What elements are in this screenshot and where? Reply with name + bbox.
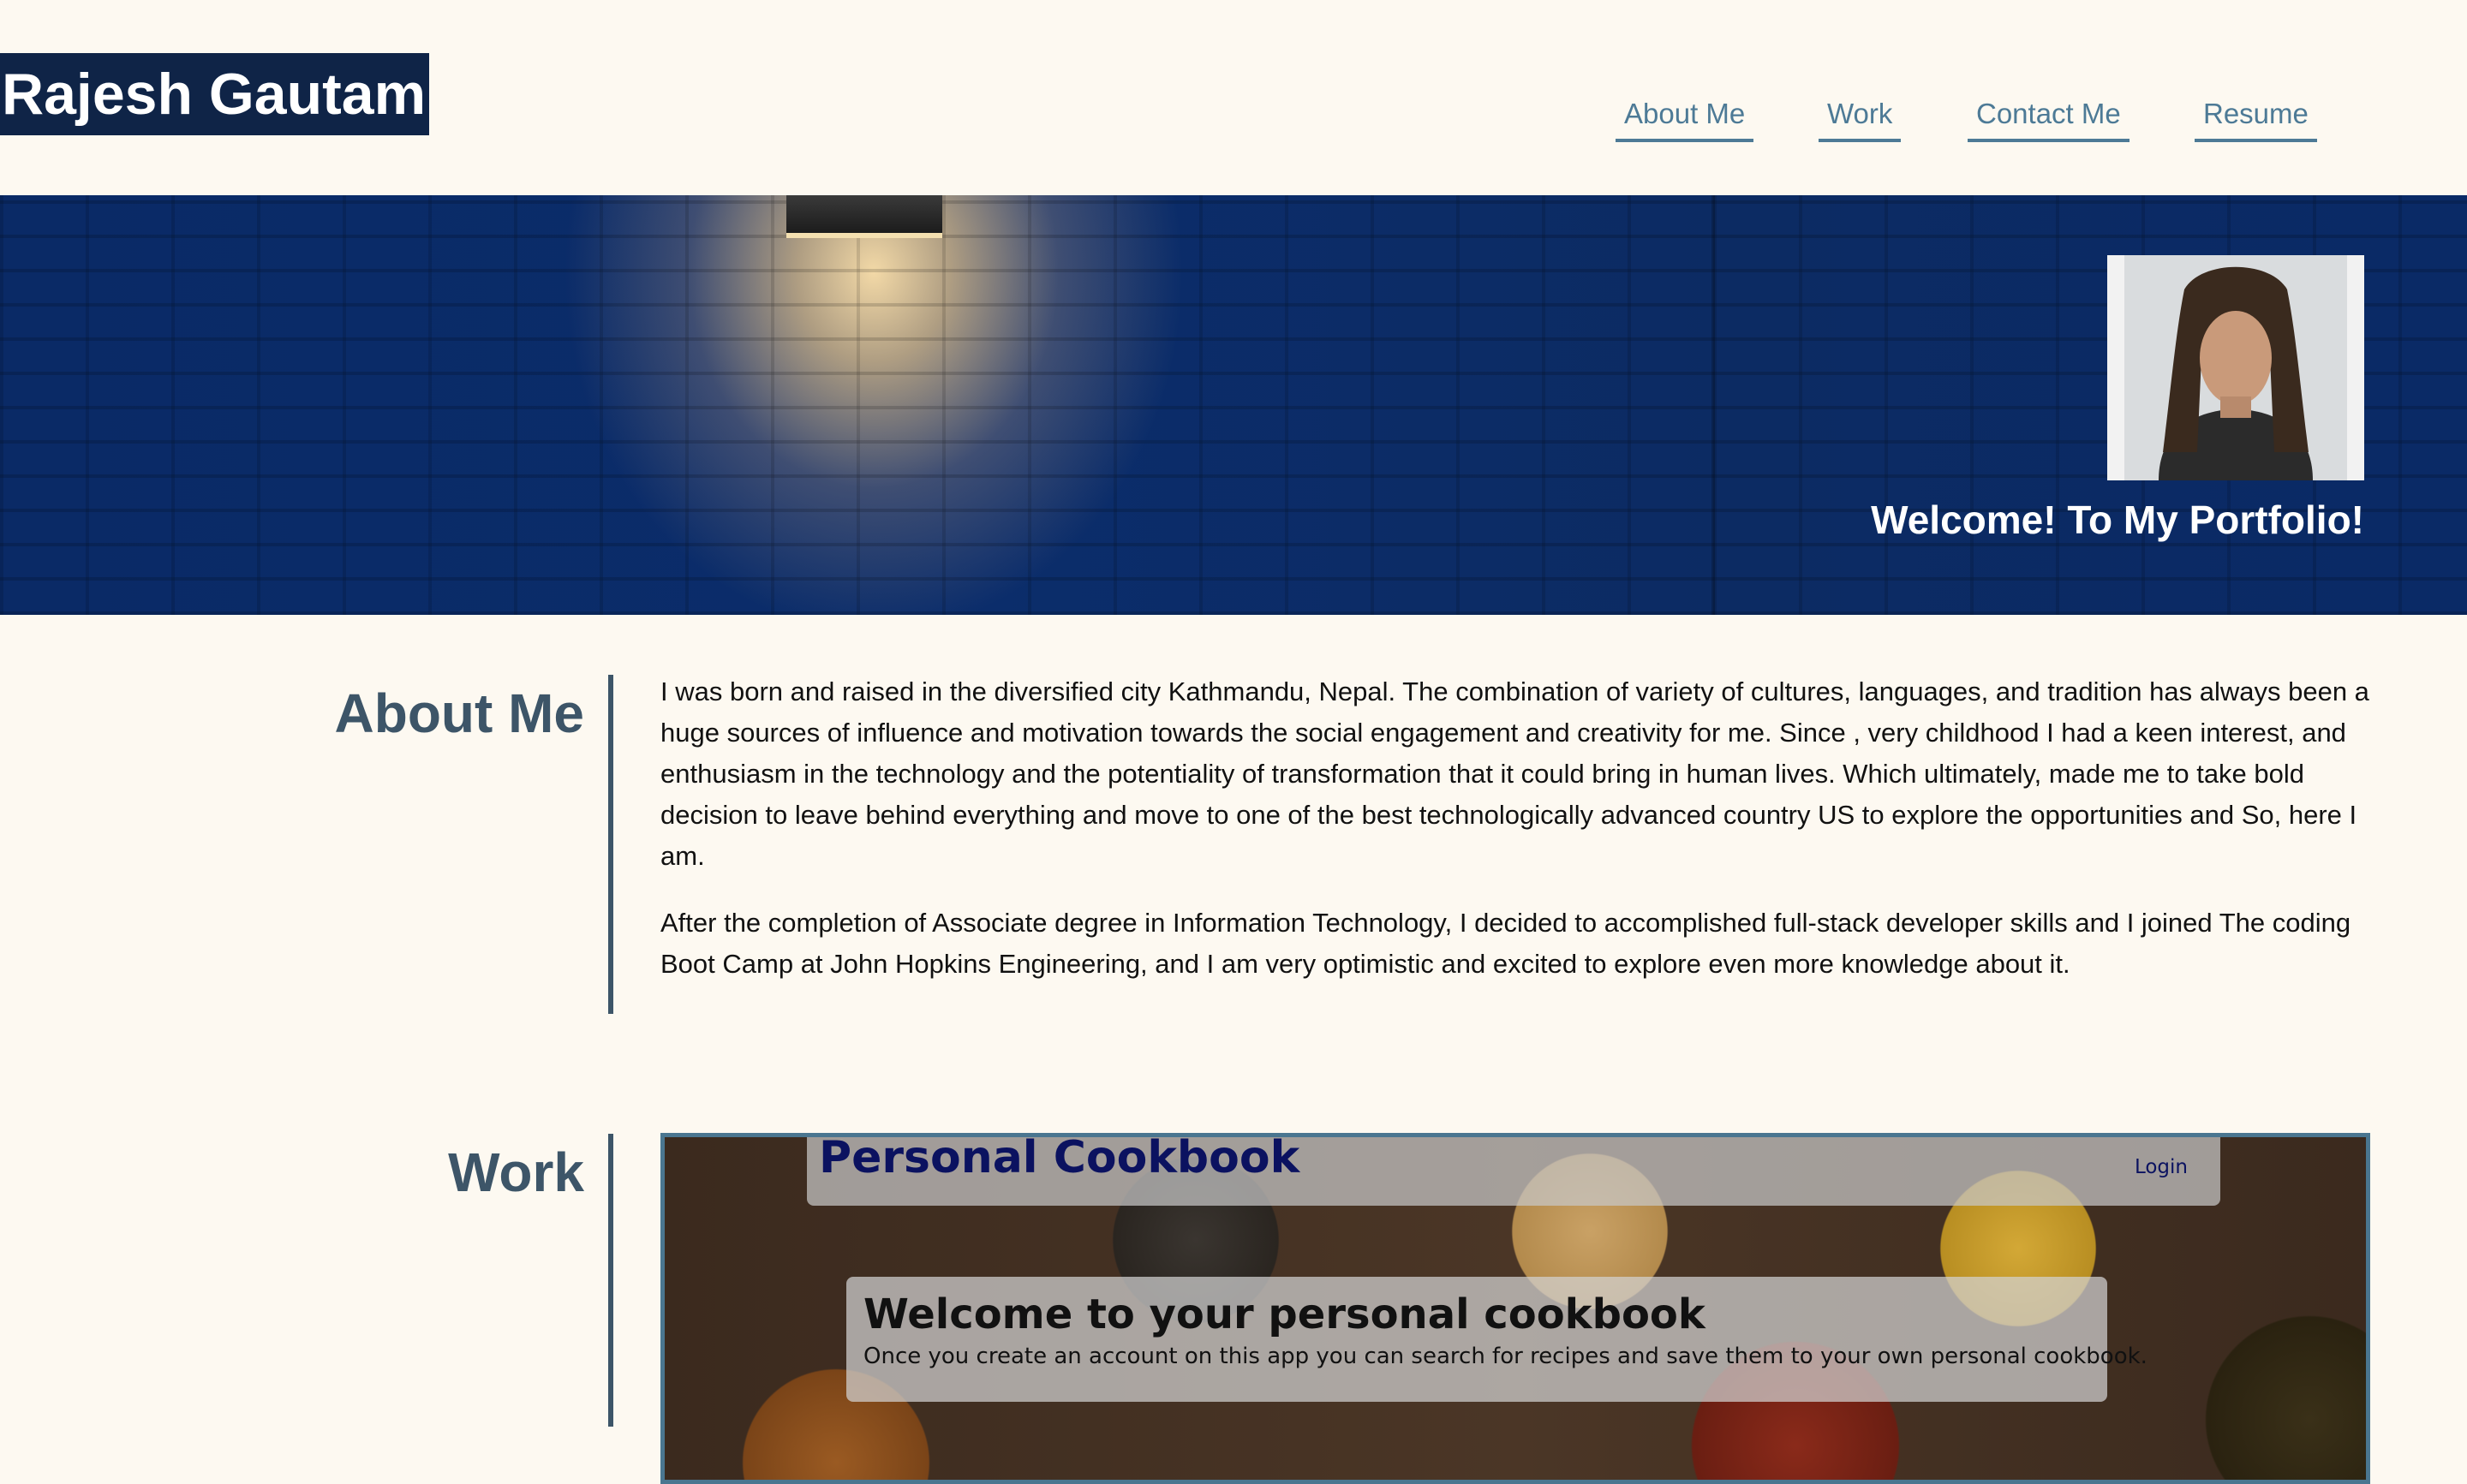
image-seam (1711, 195, 1715, 615)
project-welcome-text: Once you create an account on this app y… (863, 1344, 2147, 1369)
nav-about-me[interactable]: About Me (1616, 92, 1754, 142)
about-divider (608, 675, 613, 1014)
about-content: I was born and raised in the diversified… (660, 671, 2374, 1010)
profile-photo (2124, 255, 2347, 480)
about-section-title: About Me (334, 682, 585, 744)
project-app-title[interactable]: Personal Cookbook (819, 1137, 1299, 1183)
wall-lamp-image (786, 195, 942, 238)
hero-banner: Welcome! To My Portfolio! (0, 195, 2467, 615)
project-welcome-panel: Welcome to your personal cookbook Once y… (846, 1277, 2147, 1402)
work-divider (608, 1134, 613, 1427)
hero-title: Welcome! To My Portfolio! (1871, 498, 2364, 542)
about-paragraph-2: After the completion of Associate degree… (660, 908, 2351, 979)
main-nav: About Me Work Contact Me Resume (0, 92, 2467, 144)
work-section-title: Work (448, 1141, 584, 1203)
nav-resume[interactable]: Resume (2195, 92, 2317, 142)
nav-work[interactable]: Work (1819, 92, 1902, 142)
person-portrait-icon (2124, 255, 2347, 480)
about-paragraph-1: I was born and raised in the diversified… (660, 676, 2369, 871)
brick-wall-background (0, 195, 2467, 615)
nav-contact-me[interactable]: Contact Me (1968, 92, 2130, 142)
avatar (2107, 255, 2364, 480)
project-header-bar: Personal Cookbook Login (807, 1137, 2220, 1206)
project-card-personal-cookbook[interactable]: Personal Cookbook Login Welcome to your … (660, 1133, 2370, 1484)
project-login-link[interactable]: Login (2135, 1156, 2188, 1178)
project-welcome-heading: Welcome to your personal cookbook (863, 1290, 1705, 1338)
